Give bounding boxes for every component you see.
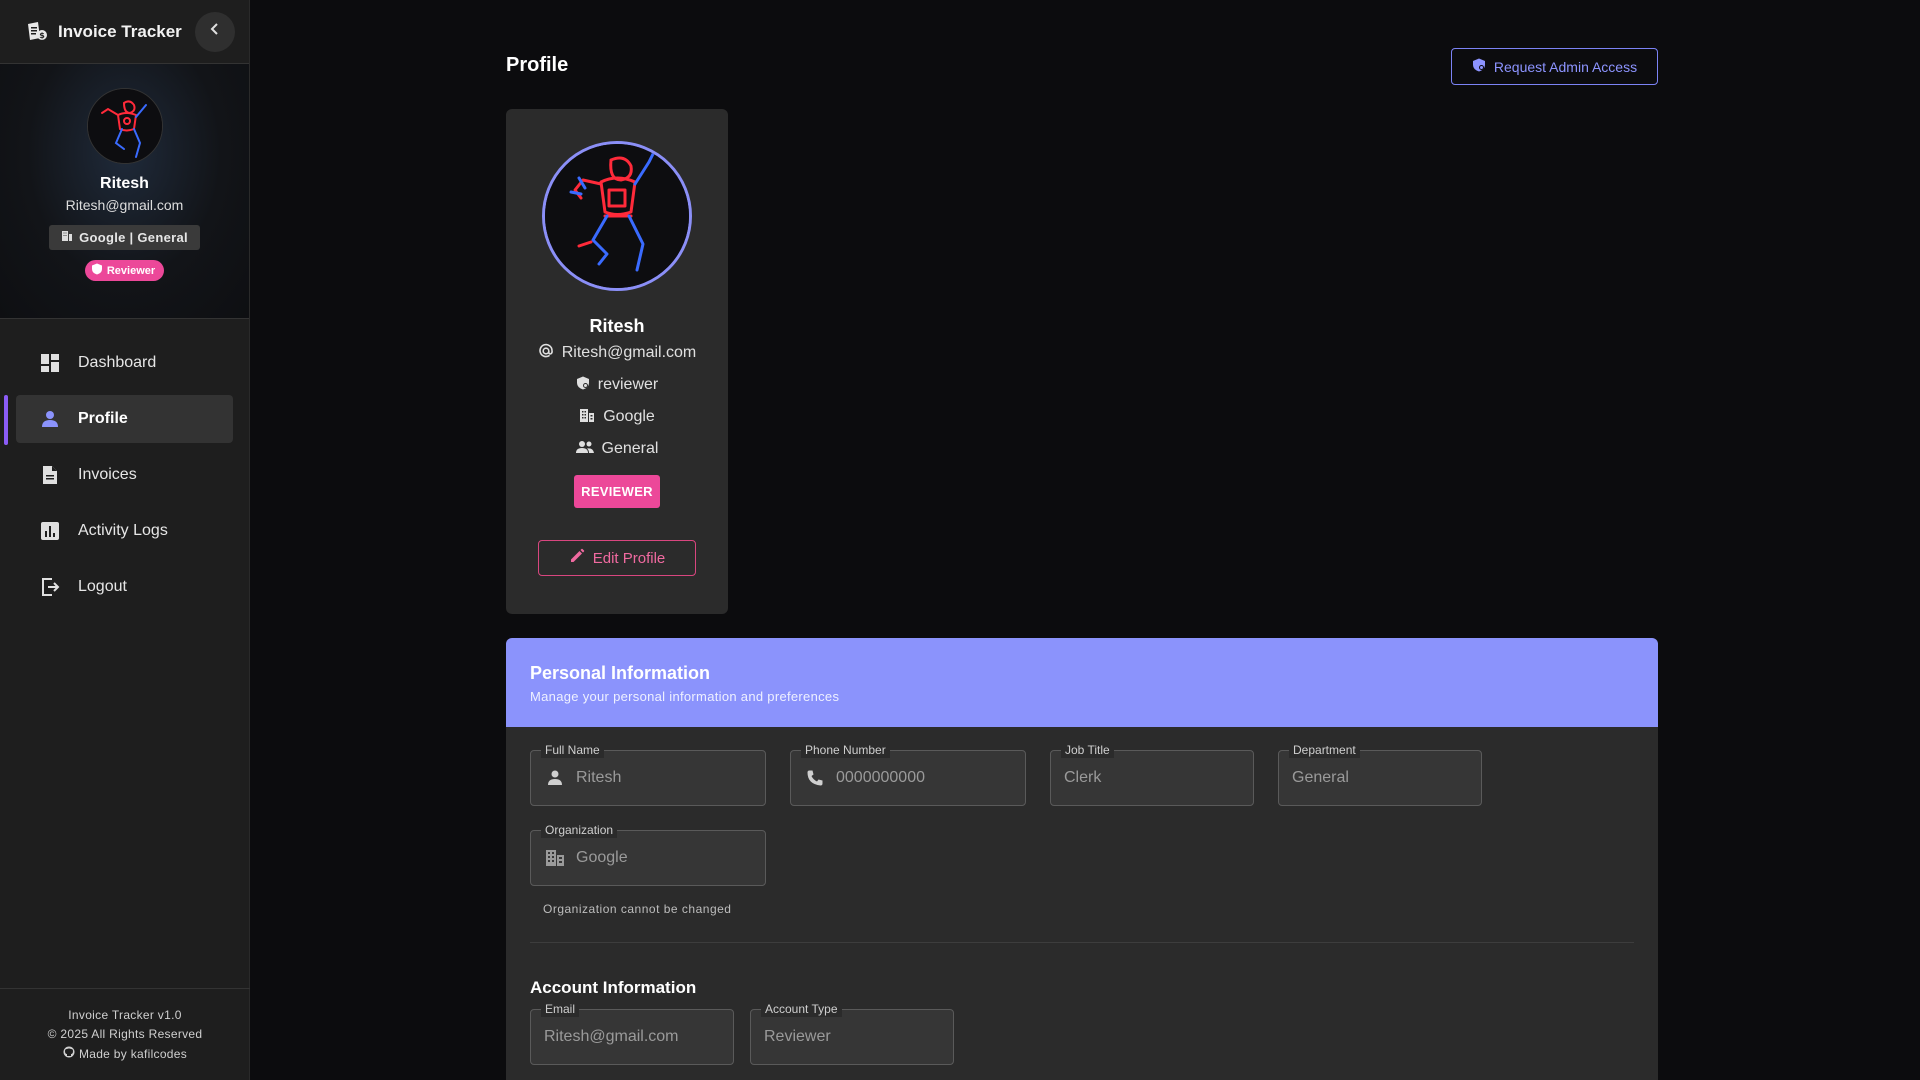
building-icon: [579, 407, 595, 428]
page-title: Profile: [506, 54, 569, 76]
sidebar-item-activity-logs[interactable]: Activity Logs: [16, 507, 233, 555]
bar-chart-icon: [38, 519, 62, 543]
app-version: Invoice Tracker v1.0: [68, 1008, 182, 1022]
personal-information-subtitle: Manage your personal information and pre…: [530, 689, 840, 704]
personal-information-panel: Personal Information Manage your persona…: [506, 638, 1658, 1080]
account-type-label: Account Type: [761, 1001, 842, 1017]
building-icon: [544, 847, 566, 869]
sidebar-item-dashboard[interactable]: Dashboard: [16, 339, 233, 387]
organization-chip: Google | General: [49, 225, 200, 250]
organization-chip-label: Google | General: [79, 230, 188, 245]
chevron-left-icon: [208, 22, 222, 41]
group-icon: [575, 440, 594, 459]
organization-value: Google: [576, 849, 628, 866]
department-label: Department: [1289, 742, 1360, 758]
made-by-label: Made by kafilcodes: [78, 1046, 188, 1061]
shield-person-icon: [91, 263, 103, 278]
email-label: Email: [541, 1001, 580, 1017]
sidebar-user-card: Ritesh Ritesh@gmail.com Google | General…: [0, 64, 249, 319]
profile-name: Ritesh: [589, 316, 645, 336]
role-chip: Reviewer: [84, 260, 165, 281]
main-content: Profile Request Admin Access Ritesh Rite…: [250, 0, 1920, 1080]
sidebar-item-label: Activity Logs: [78, 522, 168, 539]
email-field: Email Ritesh@gmail.com: [530, 1001, 734, 1065]
profile-role-row: reviewer: [576, 369, 658, 401]
shield-person-icon: [576, 376, 590, 395]
at-sign-icon: [538, 343, 554, 364]
invoice-logo-icon: $: [24, 19, 50, 45]
account-information-title: Account Information: [530, 978, 697, 997]
department-field[interactable]: Department General: [1278, 742, 1482, 806]
svg-text:$: $: [39, 31, 45, 40]
profile-organization-row: Google: [579, 401, 655, 433]
personal-information-title: Personal Information: [530, 663, 711, 683]
sidebar-user-email: Ritesh@gmail.com: [65, 197, 184, 213]
personal-information-header: Personal Information Manage your persona…: [506, 638, 1658, 727]
avatar[interactable]: [86, 88, 163, 164]
collapse-sidebar-button[interactable]: [195, 11, 235, 52]
document-icon: [38, 463, 62, 487]
sidebar-header: $ Invoice Tracker: [0, 0, 249, 64]
request-admin-access-label: Request Admin Access: [1493, 58, 1638, 75]
phone-icon: [804, 767, 826, 789]
organization-field: Organization Google: [530, 822, 766, 886]
organization-helper-text: Organization cannot be changed: [543, 902, 732, 916]
sidebar-footer: Invoice Tracker v1.0 © 2025 All Rights R…: [0, 988, 250, 1080]
building-icon: [61, 230, 73, 245]
profile-department: General: [601, 440, 659, 457]
sidebar-item-label: Dashboard: [78, 354, 157, 371]
person-icon: [544, 767, 566, 789]
logout-icon: [38, 575, 62, 599]
sidebar-item-profile[interactable]: Profile: [4, 395, 233, 445]
profile-avatar[interactable]: [542, 141, 692, 291]
phone-number-value: 0000000000: [836, 769, 925, 786]
job-title-field[interactable]: Job Title Clerk: [1050, 742, 1254, 806]
phone-number-field[interactable]: Phone Number 0000000000: [790, 742, 1026, 806]
app-title: Invoice Tracker: [58, 21, 182, 41]
profile-email-row: Ritesh@gmail.com: [538, 337, 697, 369]
sidebar-nav: Dashboard Profile Invoices Activity Logs…: [0, 319, 249, 611]
account-type-field: Account Type Reviewer: [750, 1001, 954, 1065]
department-value: General: [1292, 769, 1349, 786]
copyright: © 2025 All Rights Reserved: [47, 1027, 203, 1041]
role-badge: REVIEWER: [574, 475, 660, 508]
account-type-value: Reviewer: [764, 1028, 831, 1045]
profile-email: Ritesh@gmail.com: [561, 344, 697, 361]
role-chip-label: Reviewer: [106, 264, 156, 277]
full-name-field[interactable]: Full Name Ritesh: [530, 742, 766, 806]
shield-person-icon: [1472, 58, 1486, 75]
email-value: Ritesh@gmail.com: [544, 1028, 679, 1045]
sidebar-item-logout[interactable]: Logout: [16, 563, 233, 611]
section-divider: [530, 942, 1634, 943]
phone-number-label: Phone Number: [801, 742, 890, 758]
job-title-value: Clerk: [1064, 769, 1102, 786]
organization-label: Organization: [541, 822, 618, 838]
person-icon: [38, 407, 62, 431]
sidebar-item-label: Profile: [78, 410, 128, 427]
dashboard-icon: [38, 351, 62, 375]
job-title-label: Job Title: [1061, 742, 1114, 758]
github-icon: [63, 1046, 75, 1061]
edit-profile-label: Edit Profile: [592, 549, 666, 567]
edit-profile-button[interactable]: Edit Profile: [538, 540, 696, 576]
sidebar-item-label: Logout: [78, 578, 127, 595]
sidebar-user-name: Ritesh: [100, 175, 149, 192]
made-by[interactable]: Made by kafilcodes: [63, 1046, 187, 1061]
profile-role: reviewer: [597, 376, 659, 393]
sidebar: $ Invoice Tracker Ritesh Ritesh@gmail.co…: [0, 0, 250, 1080]
full-name-label: Full Name: [541, 742, 604, 758]
sidebar-item-label: Invoices: [78, 466, 137, 483]
full-name-value: Ritesh: [576, 769, 622, 786]
sidebar-item-invoices[interactable]: Invoices: [16, 451, 233, 499]
request-admin-access-button[interactable]: Request Admin Access: [1451, 48, 1658, 85]
profile-organization: Google: [603, 408, 655, 425]
profile-department-row: General: [575, 433, 659, 465]
profile-card: Ritesh Ritesh@gmail.com reviewer Google …: [506, 109, 728, 614]
pencil-icon: [569, 548, 585, 568]
